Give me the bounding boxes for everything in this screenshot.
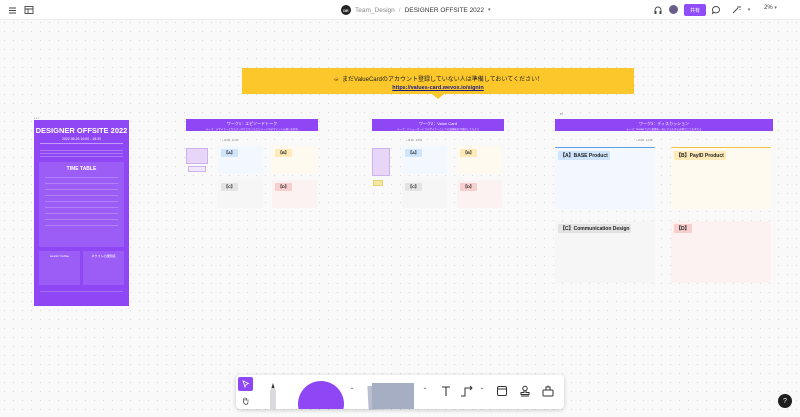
banner-pointer <box>432 94 444 99</box>
team-logo: DE <box>341 5 351 15</box>
timetable-row <box>45 213 118 214</box>
info-box-right: ネクストの課題感 <box>83 251 124 285</box>
group-tag: 【B】PayID Product <box>674 151 726 160</box>
announcement-banner: 🐱 まだValueCardのアカウント登録していない人は準備しておいてください！… <box>242 68 634 99</box>
timetable-row <box>45 225 118 226</box>
timetable-row <box>45 201 118 202</box>
board-title[interactable]: DESIGNER OFFSITE 2022 <box>405 7 484 14</box>
timetable: TIME TABLE <box>39 162 124 247</box>
share-button[interactable]: 共有 <box>684 4 706 16</box>
group-card-d[interactable]: 【D】 <box>272 180 317 208</box>
group-tag: 【B】 <box>275 149 292 157</box>
work3-card-d[interactable]: 【D】 <box>671 221 771 283</box>
sticky-note-icon[interactable] <box>364 381 416 411</box>
layout-icon[interactable] <box>23 4 35 16</box>
work3-card-a[interactable]: 【A】BASE Product <box>555 147 655 209</box>
timetable-row <box>45 219 118 220</box>
zoom-level[interactable]: 2% ▾ <box>764 5 777 11</box>
group-card-c[interactable]: 【C】 <box>402 180 447 208</box>
timetable-row <box>45 207 118 208</box>
banner-link[interactable]: https://values-card.wevox.io/signin <box>242 85 634 91</box>
section-subtitle: テーマ：デザイナーとなるきっかけとなったエピソードやデザインへの想いを共有 <box>205 128 299 131</box>
group-card-a[interactable]: 【A】 <box>402 146 447 174</box>
sticky-note[interactable] <box>188 166 206 172</box>
work3-card-b[interactable]: 【B】PayID Product <box>671 147 771 209</box>
avatar[interactable] <box>668 4 679 15</box>
group-card-b[interactable]: 【B】 <box>457 146 502 174</box>
timetable-row <box>45 183 118 184</box>
section-header-work3[interactable]: ワーク3：ディスカッション テーマ：Designでより組織を一丸にするために必要… <box>555 119 773 131</box>
chevron-down-icon[interactable]: ▾ <box>488 7 491 13</box>
help-button[interactable]: ? <box>778 394 792 408</box>
divider <box>40 150 123 151</box>
sticky-note[interactable] <box>186 148 208 164</box>
bottom-toolbar: ⌃ ⌃ ⌃ <box>236 375 564 411</box>
info-box-left: Leanin' Coffee <box>39 251 80 285</box>
group-tag: 【C】Communication Design <box>558 224 632 233</box>
timetable-rows <box>45 177 118 226</box>
headphones-icon[interactable] <box>652 4 664 16</box>
sticky-note[interactable] <box>372 148 390 176</box>
menu-icon[interactable] <box>6 4 18 16</box>
magic-icon[interactable] <box>730 4 742 16</box>
sticky-note[interactable] <box>373 180 383 186</box>
frame-label: ▪▪ <box>560 111 563 116</box>
comment-icon[interactable] <box>710 4 722 16</box>
timer-label: ▪ 11:00 - 12:00 <box>406 139 423 142</box>
group-tag: 【C】 <box>221 183 238 191</box>
timetable-row <box>45 195 118 196</box>
group-tag: 【D】 <box>275 183 292 191</box>
chevron-up-icon[interactable]: ⌃ <box>347 385 357 395</box>
divider <box>40 153 123 154</box>
text-icon[interactable] <box>438 383 454 399</box>
timetable-title: TIME TABLE <box>66 166 97 172</box>
group-tag: 【D】 <box>460 183 477 191</box>
zoom-value: 2% <box>764 5 773 11</box>
group-tag: 【B】 <box>460 149 477 157</box>
group-tag: 【D】 <box>674 224 692 233</box>
group-card-c[interactable]: 【C】 <box>218 180 263 208</box>
hand-icon[interactable] <box>238 393 253 407</box>
section-subtitle: テーマ：Designでより組織を一丸にするために必要なことを考える <box>626 128 702 131</box>
pen-icon[interactable] <box>266 381 280 409</box>
comment-icon[interactable] <box>540 383 556 399</box>
timer-label: ▪ 10:00 - 11:00 <box>222 139 239 142</box>
stamp-icon[interactable] <box>517 383 533 399</box>
frame-icon[interactable] <box>494 383 510 399</box>
group-card-b[interactable]: 【B】 <box>272 146 317 174</box>
group-tag: 【A】 <box>221 149 238 157</box>
group-tag: 【C】 <box>405 183 422 191</box>
cursor-icon[interactable] <box>238 377 253 391</box>
shape-icon[interactable] <box>298 381 344 409</box>
banner-message: 🐱 まだValueCardのアカウント登録していない人は準備しておいてください！ <box>332 77 544 83</box>
breadcrumb-separator: / <box>398 6 401 14</box>
work3-card-c[interactable]: 【C】Communication Design <box>555 221 655 283</box>
poster-title: DESIGNER OFFSITE 2022 <box>35 126 128 135</box>
event-poster[interactable]: DESIGNER OFFSITE 2022 2022.08.26 10:00 -… <box>34 120 129 306</box>
section-header-work1[interactable]: ワーク1：エピソードトーク テーマ：デザイナーとなるきっかけとなったエピソードや… <box>186 119 318 131</box>
breadcrumb: DE Team_Design / DESIGNER OFFSITE 2022 ▾ <box>341 4 491 16</box>
group-card-a[interactable]: 【A】 <box>218 146 263 174</box>
group-tag: 【A】BASE Product <box>558 151 610 160</box>
section-subtitle: テーマ：バリューカードでデザイナーとしての価値観を可視化してみよう <box>396 128 480 131</box>
timer-label: ▪ 13:00 - 14:30 <box>636 139 653 142</box>
team-name[interactable]: Team_Design <box>355 7 395 14</box>
poster-date: 2022.08.26 10:00 - 18:30 <box>61 137 102 141</box>
timetable-row <box>45 177 118 178</box>
divider <box>40 291 123 292</box>
divider <box>40 156 123 157</box>
chevron-down-icon[interactable]: ▾ <box>743 4 755 16</box>
connector-icon[interactable] <box>458 383 476 399</box>
chevron-up-icon[interactable]: ⌃ <box>420 385 430 395</box>
chevron-up-icon[interactable]: ⌃ <box>478 385 486 395</box>
divider <box>40 143 123 144</box>
chevron-down-icon: ▾ <box>774 5 777 11</box>
poster-info-boxes: Leanin' Coffee ネクストの課題感 <box>39 251 124 285</box>
group-tag: 【A】 <box>405 149 422 157</box>
timetable-row <box>45 189 118 190</box>
top-bar: DE Team_Design / DESIGNER OFFSITE 2022 ▾… <box>0 0 800 20</box>
section-header-work2[interactable]: ワーク2：Value Card テーマ：バリューカードでデザイナーとしての価値観… <box>372 119 504 131</box>
group-card-d[interactable]: 【D】 <box>457 180 502 208</box>
